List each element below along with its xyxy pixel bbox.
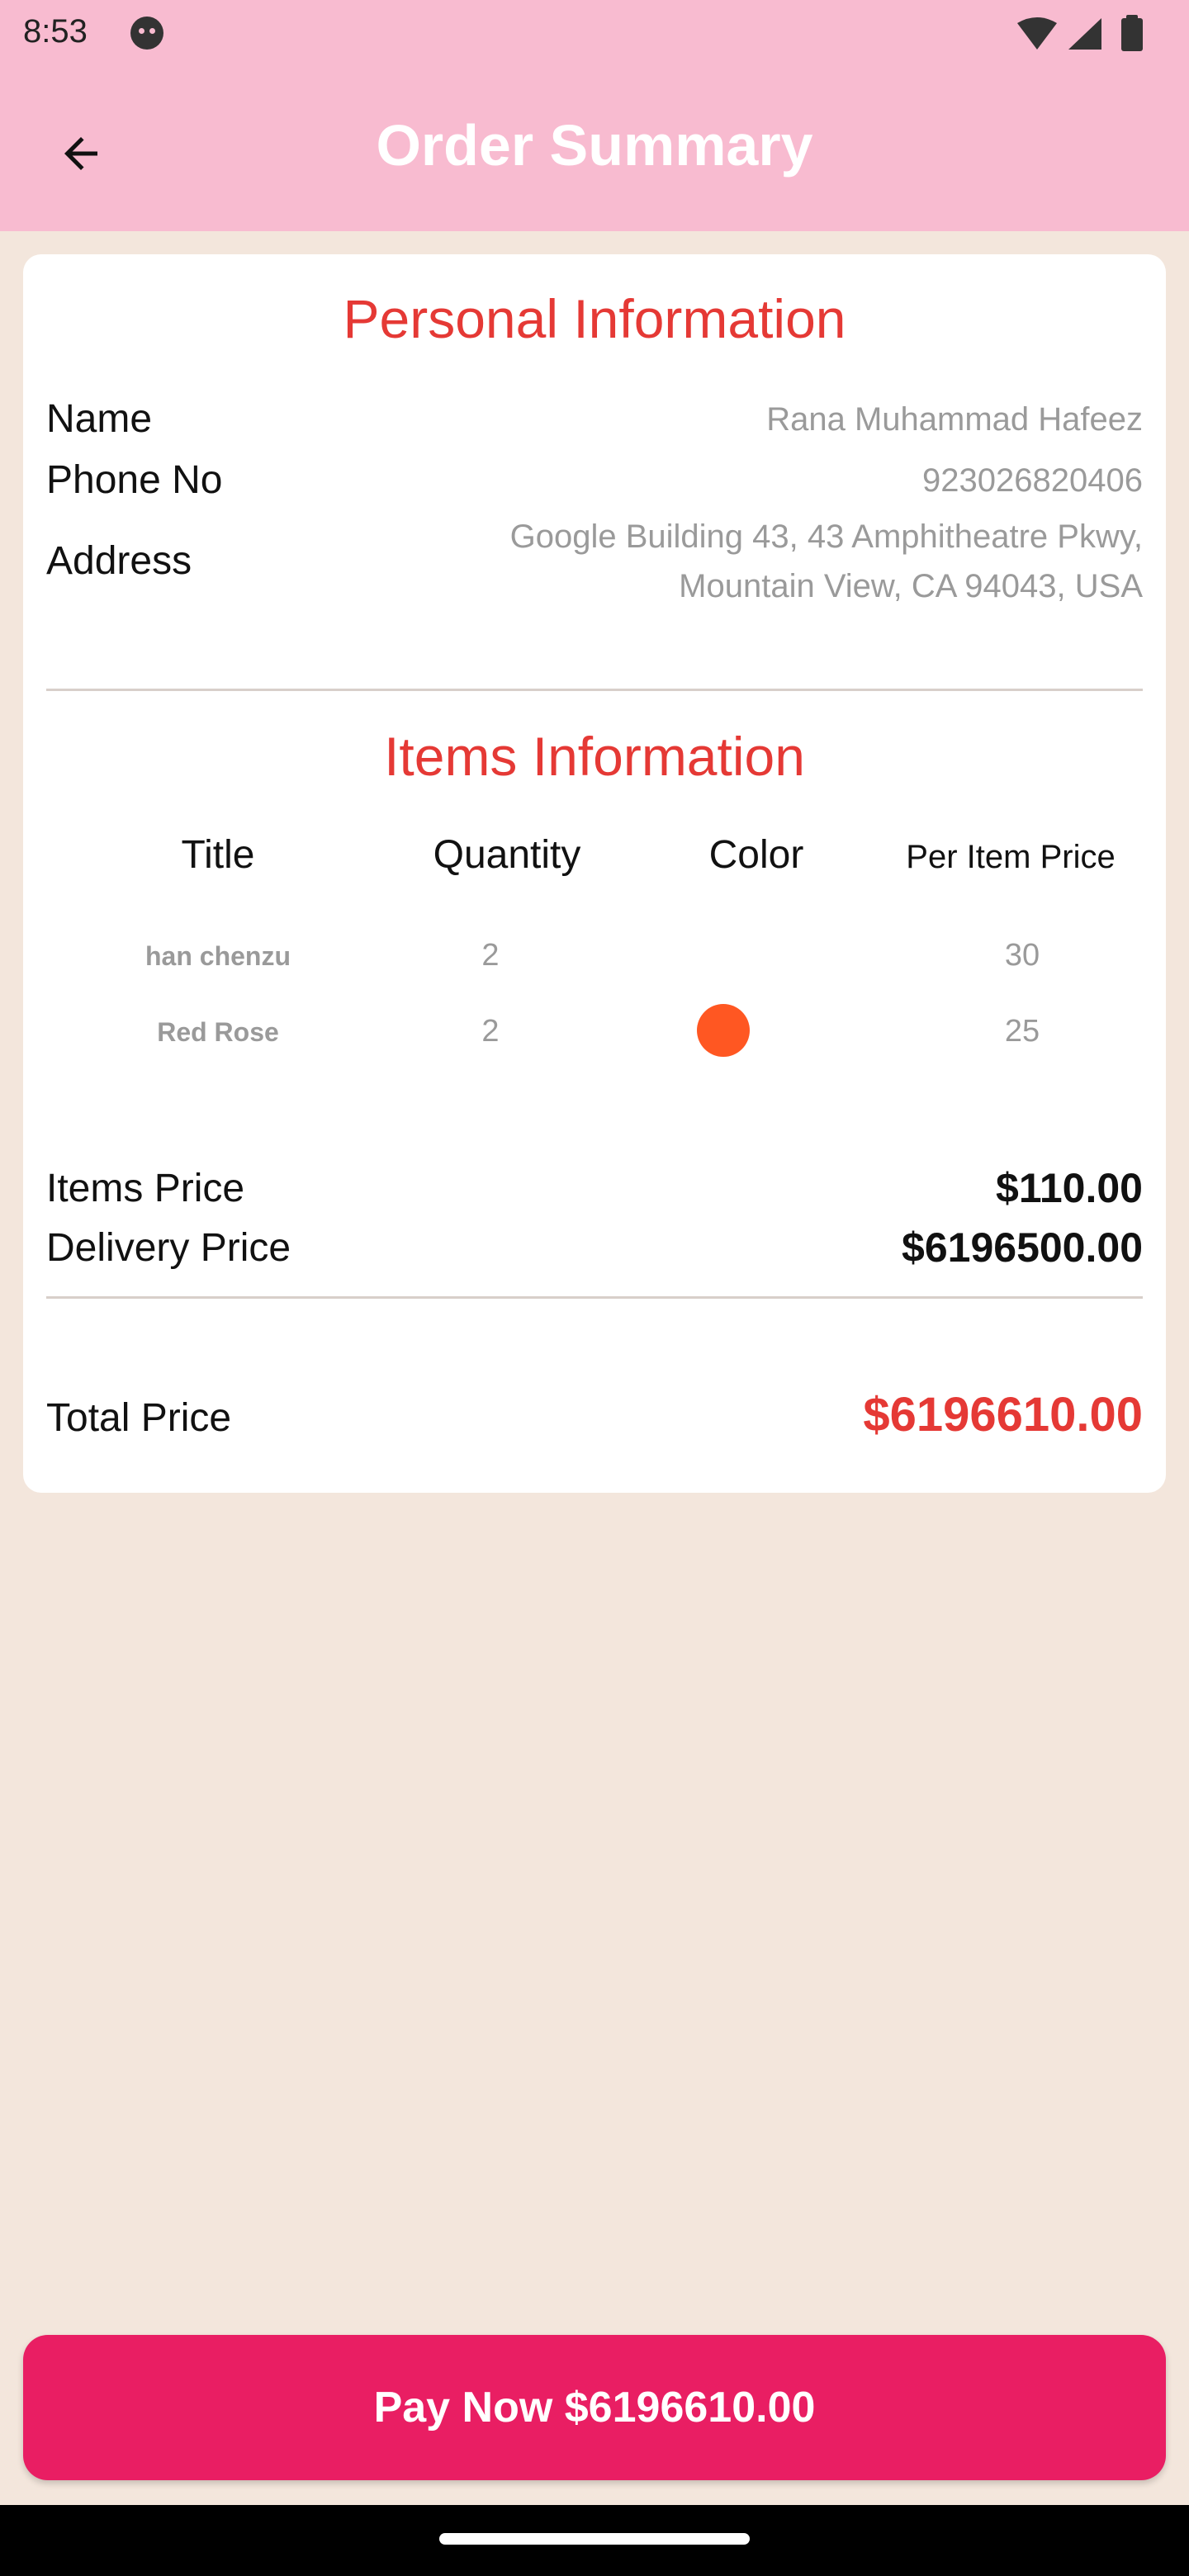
- items-price-label: Items Price: [46, 1167, 245, 1210]
- item-title: Red Rose: [157, 1017, 279, 1047]
- item-color-swatch: [697, 1004, 750, 1057]
- signal-icon: [1068, 18, 1101, 50]
- total-price-label: Total Price: [46, 1396, 232, 1440]
- personal-info-heading: Personal Information: [343, 288, 846, 349]
- page-title: Order Summary: [376, 113, 813, 178]
- divider: [46, 1296, 1143, 1299]
- address-line-1: Google Building 43, 43 Amphitheatre Pkwy…: [509, 519, 1143, 555]
- divider: [46, 689, 1143, 691]
- name-label: Name: [46, 397, 153, 441]
- column-header-quantity: Quantity: [433, 833, 581, 877]
- column-header-title: Title: [181, 833, 255, 877]
- item-title: han chenzu: [144, 941, 291, 971]
- address-label: Address: [46, 539, 192, 583]
- system-navigation-bar: [0, 2505, 1189, 2576]
- status-time: 8:53: [23, 13, 88, 50]
- status-bar: 8:53: [0, 0, 1189, 69]
- items-price-value: $110.00: [996, 1165, 1143, 1211]
- column-header-color: Color: [708, 833, 804, 877]
- home-gesture-handle[interactable]: [439, 2533, 750, 2545]
- items-info-heading: Items Information: [384, 726, 805, 787]
- wifi-icon: [1017, 17, 1057, 50]
- order-summary-screen: 8:53 Order Summary Personal Information …: [0, 0, 1189, 2576]
- phone-label: Phone No: [46, 458, 223, 502]
- item-price: 30: [1004, 938, 1040, 973]
- delivery-price-value: $6196500.00: [902, 1224, 1143, 1271]
- pay-now-button[interactable]: Pay Now $6196610.00: [23, 2335, 1166, 2480]
- phone-value: 923026820406: [922, 462, 1143, 499]
- address-line-2: Mountain View, CA 94043, USA: [679, 568, 1143, 604]
- item-quantity: 2: [481, 1014, 500, 1049]
- app-bar: Order Summary: [0, 69, 1189, 231]
- order-summary-card: Personal Information Name Rana Muhammad …: [23, 254, 1166, 1493]
- name-value: Rana Muhammad Hafeez: [766, 401, 1143, 438]
- column-header-price: Per Item Price: [906, 839, 1116, 875]
- delivery-price-label: Delivery Price: [46, 1226, 291, 1270]
- total-price-value: $6196610.00: [863, 1388, 1143, 1442]
- notification-face-icon: [130, 17, 163, 50]
- item-quantity: 2: [481, 938, 500, 973]
- battery-icon: [1121, 18, 1143, 51]
- item-price: 25: [1004, 1014, 1040, 1049]
- status-icons: [1017, 15, 1143, 51]
